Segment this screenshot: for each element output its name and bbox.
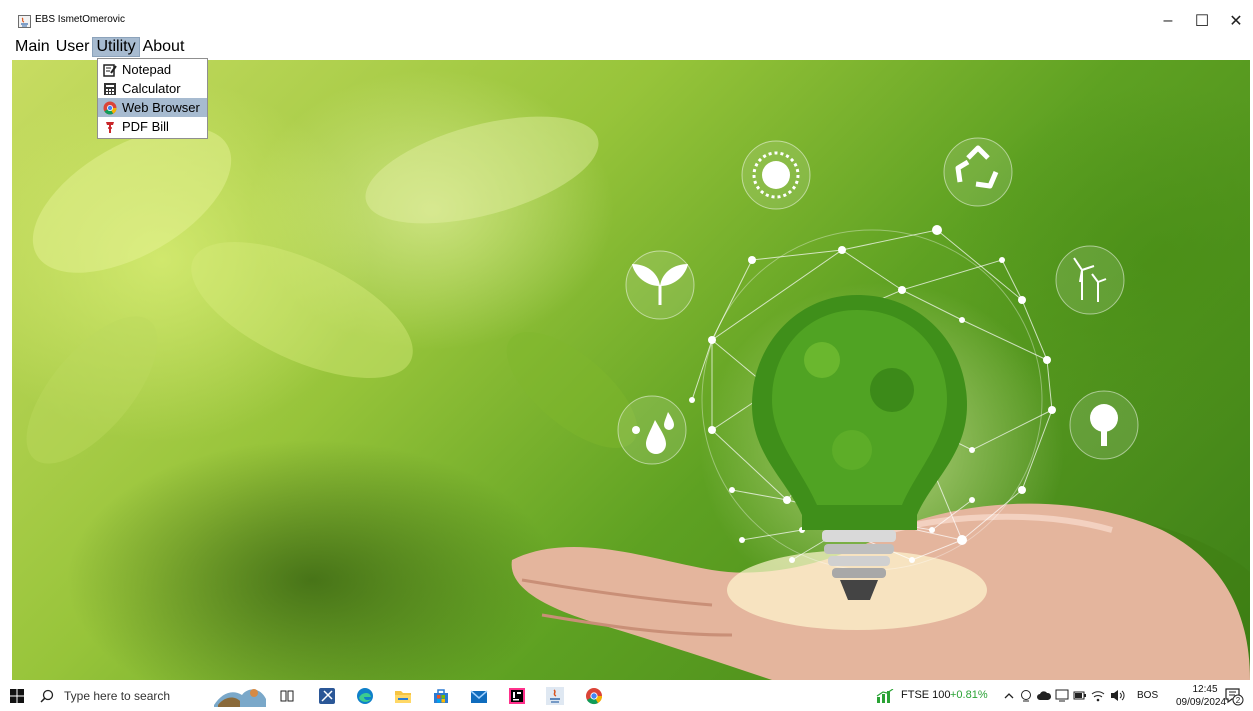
sprout-icon bbox=[625, 250, 695, 320]
microsoft-store-icon[interactable] bbox=[432, 687, 450, 705]
menu-item-label: Notepad bbox=[122, 62, 172, 77]
eco-lightbulb-illustration bbox=[26, 116, 1250, 680]
menu-item-web-browser[interactable]: Web Browser bbox=[98, 98, 207, 117]
taskbar-search-box[interactable]: Type here to search bbox=[40, 681, 203, 711]
search-highlight-icon[interactable] bbox=[212, 683, 268, 709]
chevron-up-icon[interactable] bbox=[1004, 691, 1014, 701]
menu-item-pdf-bill[interactable]: PDF Bill bbox=[98, 117, 207, 136]
window-title: EBS IsmetOmerovic bbox=[35, 14, 126, 25]
onedrive-cloud-icon[interactable] bbox=[1037, 690, 1051, 701]
intellij-idea-icon[interactable] bbox=[508, 687, 526, 705]
sun-icon bbox=[741, 140, 811, 210]
clock-time[interactable]: 12:45 bbox=[1180, 684, 1230, 695]
stock-ticker-change[interactable]: +0.81% bbox=[950, 689, 988, 701]
water-drops-icon bbox=[617, 395, 687, 465]
utility-dropdown-menu: Notepad Calculator Web Browser PDF Bill bbox=[97, 58, 208, 139]
search-placeholder: Type here to search bbox=[64, 689, 171, 703]
menu-about[interactable]: About bbox=[140, 37, 188, 57]
menu-item-calculator[interactable]: Calculator bbox=[98, 79, 207, 98]
file-explorer-icon[interactable] bbox=[394, 688, 412, 704]
window-title-bar[interactable]: EBS IsmetOmerovic – ☐ ✕ bbox=[0, 0, 1253, 36]
menu-item-label: Calculator bbox=[122, 81, 181, 96]
wifi-icon[interactable] bbox=[1091, 689, 1105, 702]
edge-browser-icon[interactable] bbox=[356, 687, 374, 705]
display-icon[interactable] bbox=[1055, 689, 1069, 702]
notification-count: 2 bbox=[1236, 696, 1241, 705]
notification-center-icon[interactable]: 2 bbox=[1224, 687, 1244, 706]
wind-turbine-icon bbox=[1055, 245, 1125, 315]
menu-user[interactable]: User bbox=[53, 37, 93, 57]
menu-item-notepad[interactable]: Notepad bbox=[98, 60, 207, 79]
chrome-icon bbox=[103, 101, 117, 115]
java-app-taskbar-icon[interactable] bbox=[546, 687, 564, 705]
menu-item-label: Web Browser bbox=[122, 100, 200, 115]
menu-main[interactable]: Main bbox=[12, 37, 53, 57]
close-button[interactable]: ✕ bbox=[1214, 8, 1253, 34]
notepad-icon bbox=[103, 63, 117, 77]
calculator-icon bbox=[103, 82, 117, 96]
windows-taskbar: Type here to search FTSE 100 +0.81% BOS … bbox=[0, 681, 1253, 711]
volume-icon[interactable] bbox=[1110, 689, 1126, 702]
pdf-icon bbox=[103, 120, 117, 134]
task-view-icon[interactable] bbox=[280, 689, 294, 703]
stock-chart-icon[interactable] bbox=[876, 689, 894, 703]
menu-bar: Main User Utility About bbox=[12, 36, 1250, 58]
search-icon bbox=[40, 689, 54, 703]
stock-ticker-name[interactable]: FTSE 100 bbox=[901, 689, 951, 701]
chrome-taskbar-icon[interactable] bbox=[585, 687, 603, 705]
recycle-icon bbox=[943, 137, 1013, 207]
language-indicator[interactable]: BOS bbox=[1137, 690, 1158, 701]
tree-icon bbox=[1069, 390, 1139, 460]
snipping-tool-icon[interactable] bbox=[318, 687, 336, 705]
desktop-background-image bbox=[12, 60, 1250, 680]
meet-now-icon[interactable] bbox=[1020, 689, 1032, 702]
windows-start-icon[interactable] bbox=[10, 689, 24, 703]
menu-item-label: PDF Bill bbox=[122, 119, 169, 134]
menu-utility[interactable]: Utility bbox=[92, 37, 140, 57]
java-app-icon bbox=[18, 15, 31, 28]
battery-icon[interactable] bbox=[1073, 690, 1087, 701]
mail-icon[interactable] bbox=[470, 688, 488, 704]
clock-date[interactable]: 09/09/2024 bbox=[1172, 697, 1230, 708]
